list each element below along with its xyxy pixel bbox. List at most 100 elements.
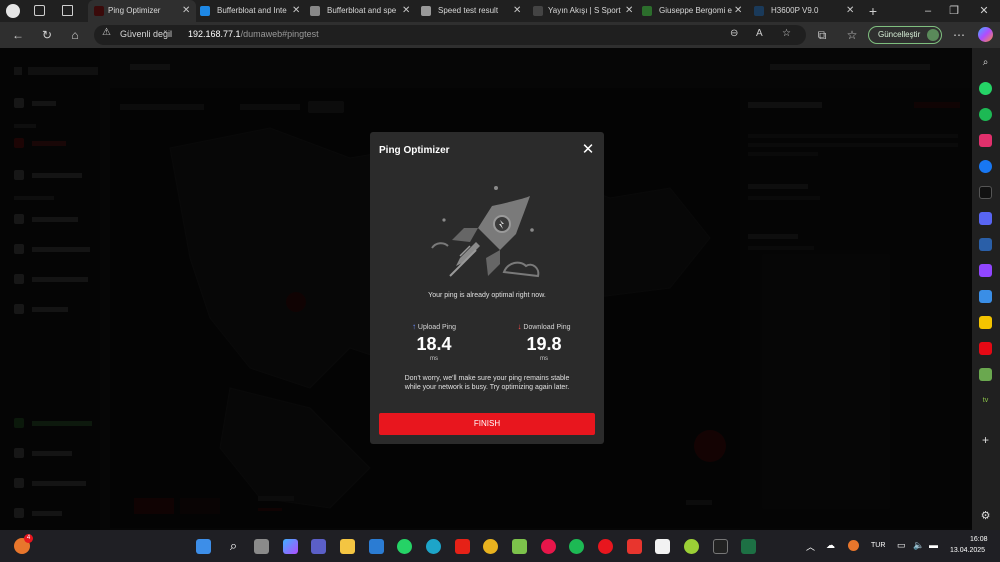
- download-ping-label: Download Ping: [523, 324, 571, 331]
- favorite-star-icon[interactable]: ☆: [782, 28, 791, 39]
- xbox-app-icon[interactable]: [684, 539, 699, 554]
- browser-toolbar: ← ↻ ⌂ ⚠ Güvenli değil 192.168.77.1/dumaw…: [0, 22, 1000, 48]
- new-tab-button[interactable]: +: [866, 2, 880, 20]
- tab-ping-optimizer[interactable]: Ping Optimizer ✕: [88, 0, 196, 22]
- whatsapp-icon[interactable]: [979, 82, 992, 95]
- instagram-icon[interactable]: [979, 134, 992, 147]
- spotify-icon[interactable]: [979, 108, 992, 121]
- start-icon[interactable]: [196, 539, 211, 554]
- settings-gear-icon[interactable]: ⚙: [979, 510, 992, 523]
- upload-ping-label: Upload Ping: [417, 324, 457, 331]
- browser-sidebar: ⌕ tv + ⚙: [972, 48, 1000, 530]
- display-icon[interactable]: ▭: [897, 540, 906, 551]
- tiktok-icon[interactable]: [979, 186, 992, 199]
- language-indicator[interactable]: TUR: [871, 542, 885, 549]
- youtube-icon[interactable]: [455, 539, 470, 554]
- notes-icon[interactable]: [979, 316, 992, 329]
- more-menu-icon[interactable]: ⋯: [950, 26, 968, 44]
- volume-icon[interactable]: 🔈: [913, 540, 924, 551]
- browser-tab-strip: Ping Optimizer ✕ Bufferbloat and Inte ✕ …: [0, 0, 1000, 22]
- download-ping-value: 19.8: [526, 334, 562, 354]
- close-tab-icon[interactable]: ✕: [734, 0, 742, 22]
- page-icon: [310, 6, 320, 16]
- read-aloud-icon[interactable]: A: [756, 28, 763, 39]
- discord-icon[interactable]: [979, 212, 992, 225]
- tab-actions-icon[interactable]: [62, 5, 73, 16]
- download-ping-metric: ↓ Download Ping 19.8 ms: [494, 322, 594, 362]
- anydesk-icon[interactable]: [627, 539, 642, 554]
- upload-ping-metric: ↑ Upload Ping 18.4 ms: [384, 322, 484, 362]
- media-player-icon[interactable]: [541, 539, 556, 554]
- stack-app-icon[interactable]: [512, 539, 527, 554]
- whatsapp-app-icon[interactable]: [397, 539, 412, 554]
- audio-app-icon[interactable]: [713, 539, 728, 554]
- reload-icon[interactable]: ↻: [38, 26, 56, 44]
- restore-icon[interactable]: ❐: [942, 0, 966, 22]
- twitch-icon[interactable]: [979, 264, 992, 277]
- copilot-icon[interactable]: [978, 27, 993, 42]
- back-icon[interactable]: ←: [9, 26, 27, 44]
- arrow-down-icon: ↓: [517, 322, 522, 331]
- workspaces-icon[interactable]: [34, 5, 45, 16]
- edge-icon[interactable]: [426, 539, 441, 554]
- rocket-icon: [431, 186, 540, 278]
- tab-s-sport[interactable]: Yayın Akışı | S Sport ✕: [533, 0, 639, 22]
- apps-icon[interactable]: [979, 238, 992, 251]
- tab-bufferbloat-2[interactable]: Bufferbloat and spe ✕: [310, 0, 416, 22]
- facebook-icon[interactable]: [979, 160, 992, 173]
- tv-icon[interactable]: tv: [979, 394, 992, 407]
- tray-app-icon[interactable]: [848, 540, 859, 551]
- close-tab-icon[interactable]: ✕: [846, 0, 854, 22]
- netflix-icon[interactable]: [979, 342, 992, 355]
- teams-icon[interactable]: [311, 539, 326, 554]
- favorites-icon[interactable]: ☆: [843, 26, 861, 44]
- copilot-app-icon[interactable]: [283, 539, 298, 554]
- spotify-app-icon[interactable]: [569, 539, 584, 554]
- tab-h3600p[interactable]: H3600P V9.0 ✕: [754, 0, 860, 22]
- zoom-icon[interactable]: ⊖: [730, 28, 738, 39]
- close-window-icon[interactable]: ✕: [972, 0, 996, 22]
- image-icon[interactable]: [979, 290, 992, 303]
- file-explorer-icon[interactable]: [340, 539, 355, 554]
- weather-icon[interactable]: ☁: [826, 540, 835, 551]
- task-view-icon[interactable]: [254, 539, 269, 554]
- add-sidebar-icon[interactable]: +: [979, 434, 992, 447]
- upload-ping-value: 18.4: [416, 334, 452, 354]
- close-tab-icon[interactable]: ✕: [625, 0, 633, 22]
- search-icon[interactable]: ⌕: [979, 56, 992, 69]
- 25-icon: [642, 6, 652, 16]
- notification-badge: 4: [24, 534, 33, 543]
- clock-time[interactable]: 16:08: [970, 536, 988, 543]
- network-icon[interactable]: ▬: [929, 540, 938, 550]
- update-button[interactable]: Güncelleştir: [868, 26, 942, 44]
- url-text: 192.168.77.1/dumaweb#pingtest: [188, 29, 319, 39]
- tab-bufferbloat-1[interactable]: Bufferbloat and Inte ✕: [200, 0, 306, 22]
- calendar-app-icon[interactable]: [655, 539, 670, 554]
- search-icon[interactable]: ⌕: [226, 539, 241, 554]
- router-icon: [754, 6, 764, 16]
- address-bar[interactable]: ⚠ Güvenli değil 192.168.77.1/dumaweb#pin…: [94, 25, 806, 45]
- excel-icon[interactable]: [741, 539, 756, 554]
- minimize-icon[interactable]: –: [916, 0, 940, 22]
- download-ping-unit: ms: [540, 356, 548, 362]
- browser-profile-icon[interactable]: [6, 4, 20, 18]
- stability-note: Don't worry, we'll make sure your ping r…: [404, 375, 570, 391]
- chrome-icon[interactable]: [483, 539, 498, 554]
- finish-button[interactable]: FINISH: [379, 413, 595, 435]
- tray-chevron-icon[interactable]: ︿: [806, 540, 815, 553]
- close-tab-icon[interactable]: ✕: [402, 0, 410, 22]
- extensions-icon[interactable]: ⧉: [813, 26, 831, 44]
- app-page: Ping Optimizer ✕ Your ping is already op…: [0, 48, 972, 530]
- opera-icon[interactable]: [598, 539, 613, 554]
- ping-optimizer-dialog: Ping Optimizer ✕ Your ping is already op…: [370, 132, 604, 444]
- clock-date[interactable]: 13.04.2025: [950, 547, 985, 554]
- close-tab-icon[interactable]: ✕: [513, 0, 521, 22]
- tab-bergomi[interactable]: Giuseppe Bergomi e ✕: [642, 0, 748, 22]
- store-icon[interactable]: [979, 368, 992, 381]
- tab-speed-test[interactable]: Speed test result ✕: [421, 0, 527, 22]
- close-tab-icon[interactable]: ✕: [292, 0, 300, 22]
- home-icon[interactable]: ⌂: [66, 26, 84, 44]
- store-app-icon[interactable]: [369, 539, 384, 554]
- close-icon[interactable]: ✕: [580, 142, 596, 158]
- close-tab-icon[interactable]: ✕: [182, 0, 190, 22]
